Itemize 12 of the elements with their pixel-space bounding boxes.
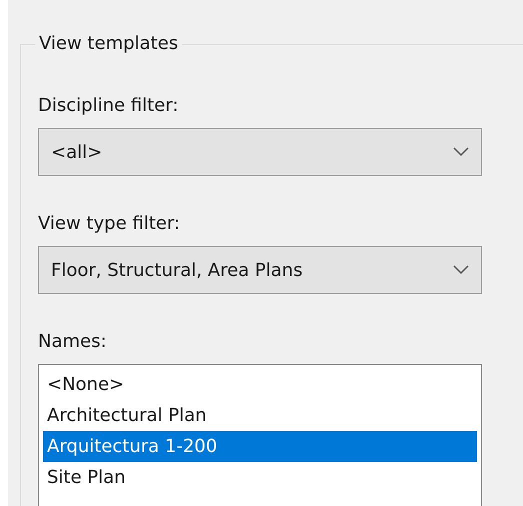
list-item[interactable]: Arquitectura 1-200 bbox=[43, 431, 477, 462]
view-type-filter-dropdown[interactable]: Floor, Structural, Area Plans bbox=[38, 246, 482, 294]
discipline-filter-dropdown[interactable]: <all> bbox=[38, 128, 482, 176]
chevron-icon bbox=[453, 147, 469, 157]
list-item[interactable]: Architectural Plan bbox=[43, 400, 477, 431]
list-item[interactable]: Site Plan bbox=[43, 462, 477, 493]
chevron-icon bbox=[453, 265, 469, 275]
view-type-filter-label: View type filter: bbox=[38, 212, 180, 236]
list-item[interactable]: <None> bbox=[43, 369, 477, 400]
discipline-filter-label: Discipline filter: bbox=[38, 94, 178, 118]
names-list[interactable]: <None> Architectural Plan Arquitectura 1-200 Site Plan bbox=[38, 364, 482, 506]
names-label: Names: bbox=[38, 330, 107, 354]
